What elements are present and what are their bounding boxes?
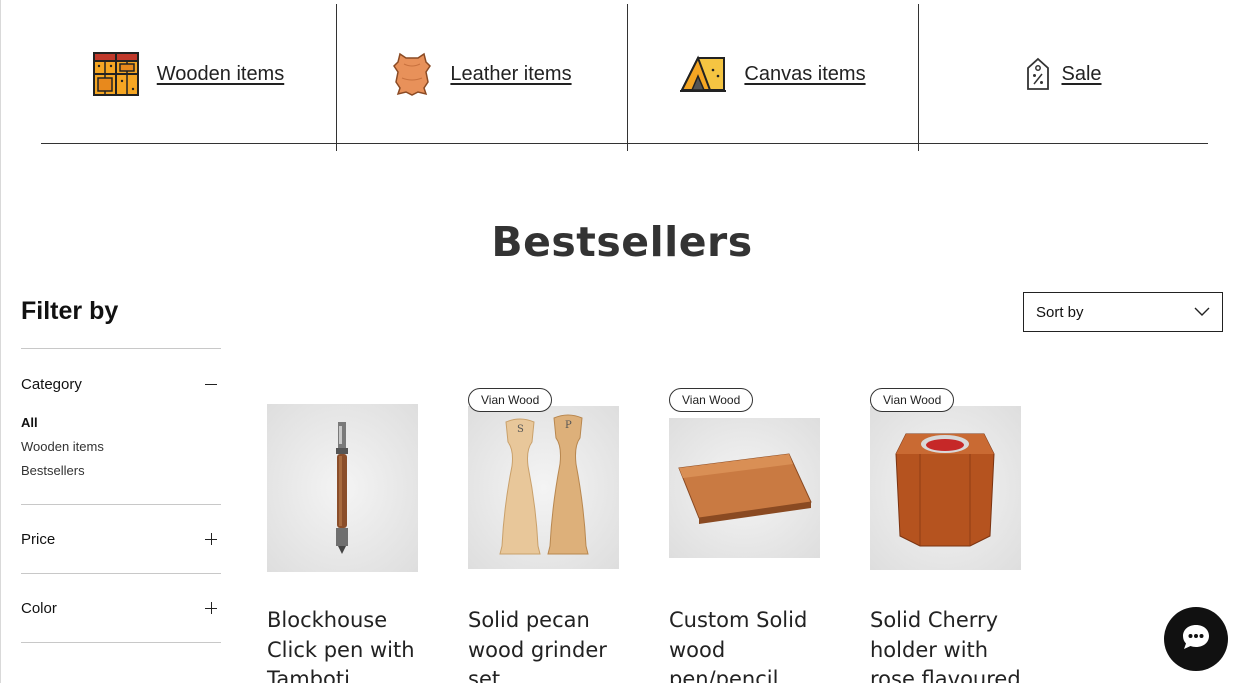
sale-tag-icon: [1025, 57, 1051, 91]
sort-dropdown[interactable]: Sort by: [1023, 292, 1223, 332]
divider: [627, 144, 628, 151]
svg-text:S: S: [517, 424, 524, 435]
category-option-bestsellers[interactable]: Bestsellers: [21, 462, 104, 486]
filter-color-toggle[interactable]: Color: [21, 574, 221, 642]
chat-bubble-icon: [1181, 623, 1211, 656]
category-nav-leather[interactable]: Leather items: [336, 4, 627, 151]
product-image[interactable]: S P: [468, 406, 619, 569]
page-title: Bestsellers: [491, 218, 753, 266]
wooden-crate-icon: [92, 51, 139, 97]
category-option-wooden-items[interactable]: Wooden items: [21, 438, 104, 462]
divider: [21, 642, 221, 643]
category-link-label[interactable]: Wooden items: [157, 63, 284, 86]
category-nav-sale[interactable]: Sale: [918, 4, 1208, 151]
filter-color-label: Color: [21, 599, 57, 617]
category-link-label[interactable]: Sale: [1061, 63, 1101, 86]
product-title[interactable]: Custom Solid wood pen/pencil: [669, 606, 829, 683]
svg-text:P: P: [565, 420, 572, 431]
chat-button[interactable]: [1164, 607, 1228, 671]
product-title[interactable]: Solid Cherry holder with rose flavoured: [870, 606, 1030, 683]
filter-category-label: Category: [21, 375, 82, 393]
filter-section-category: Category: [21, 348, 221, 419]
product-badge: Vian Wood: [669, 388, 754, 412]
category-link-label[interactable]: Leather items: [450, 63, 571, 86]
product-badge: Vian Wood: [468, 388, 553, 412]
product-image[interactable]: [669, 418, 820, 558]
plus-icon: [205, 602, 217, 614]
category-nav: Wooden items Leather items Canvas items: [41, 4, 1208, 151]
filter-price-toggle[interactable]: Price: [21, 505, 221, 573]
filter-section-price: Price: [21, 504, 221, 573]
divider: [336, 144, 337, 151]
product-image[interactable]: [267, 404, 418, 572]
sort-label: Sort by: [1036, 303, 1084, 321]
category-link-label[interactable]: Canvas items: [744, 63, 865, 86]
chevron-down-icon: [1194, 304, 1210, 321]
product-title[interactable]: Blockhouse Click pen with Tamboti: [267, 606, 427, 683]
filter-price-label: Price: [21, 530, 56, 548]
product-image[interactable]: [870, 406, 1021, 570]
filter-title: Filter by: [21, 297, 119, 325]
filter-category-toggle[interactable]: Category: [21, 349, 221, 419]
divider: [918, 144, 919, 151]
filter-section-color: Color: [21, 573, 221, 642]
tent-icon: [680, 54, 727, 94]
category-nav-canvas[interactable]: Canvas items: [627, 4, 918, 151]
plus-icon: [205, 533, 217, 545]
category-options: All Wooden items Bestsellers: [21, 414, 104, 486]
category-nav-wooden[interactable]: Wooden items: [41, 4, 336, 144]
product-title[interactable]: Solid pecan wood grinder set: [468, 606, 628, 683]
leather-hide-icon: [392, 52, 432, 96]
product-badge: Vian Wood: [870, 388, 955, 412]
category-option-all[interactable]: All: [21, 414, 104, 438]
minus-icon: [205, 378, 217, 390]
page-left-border: [0, 0, 1, 683]
